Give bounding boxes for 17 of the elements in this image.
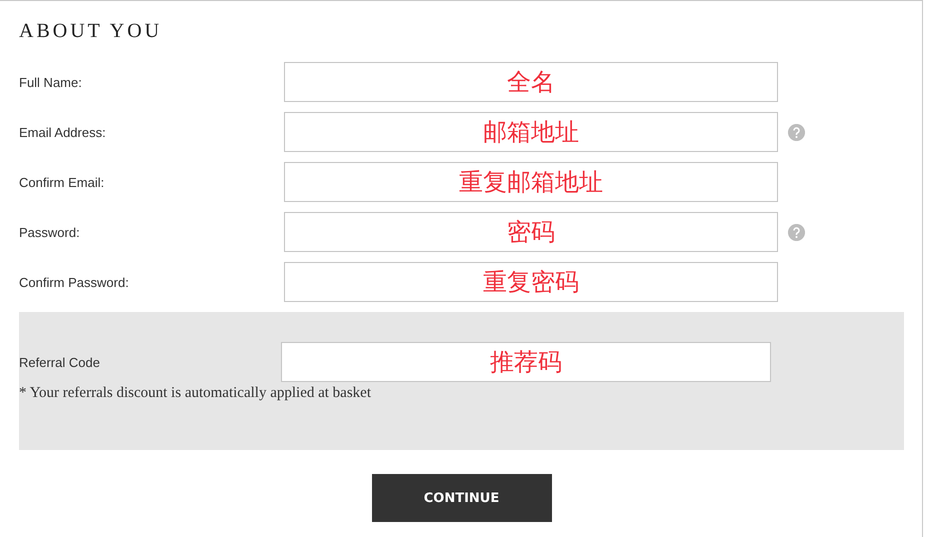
input-field[interactable]: 重复邮箱地址	[284, 162, 778, 202]
section-heading: ABOUT YOU	[19, 20, 164, 44]
field-label: Full Name:	[19, 74, 83, 90]
input-field[interactable]: 邮箱地址	[284, 112, 778, 152]
continue-button[interactable]: CONTINUE	[372, 474, 552, 522]
help-icon[interactable]	[788, 224, 805, 240]
help-icon[interactable]	[788, 124, 805, 140]
referral-note: * Your referrals discount is automatically applied at basket	[19, 385, 372, 402]
field-label: Confirm Email:	[19, 174, 106, 190]
field-label: Password:	[19, 224, 81, 240]
input-field[interactable]: 全名	[284, 62, 778, 102]
field-label: Email Address:	[19, 124, 107, 140]
field-label: Confirm Password:	[19, 274, 130, 290]
input-field[interactable]: 密码	[284, 212, 778, 252]
input-field[interactable]: 重复密码	[284, 262, 778, 302]
input-field[interactable]: 推荐码	[281, 342, 771, 382]
field-label: Referral Code	[19, 354, 101, 370]
